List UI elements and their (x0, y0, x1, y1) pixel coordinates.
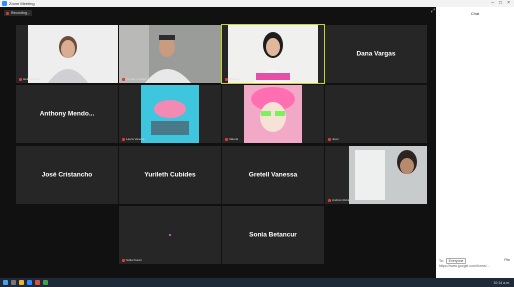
zoom-taskbar-icon[interactable] (27, 280, 32, 285)
participant-tile[interactable]: Anthony Mendo... (16, 85, 118, 143)
participant-name: Anthony Mendo... (39, 110, 95, 118)
participant-tile[interactable]: Sofia Duran (119, 206, 221, 264)
participant-tile[interactable]: Laura Vanesa (119, 85, 221, 143)
taskbar-clock: 10:14 a.m. (493, 280, 510, 285)
participant-caption: Juan (328, 137, 339, 141)
folder-icon[interactable] (19, 280, 24, 285)
image-video-icon (141, 85, 199, 143)
participant-tile-active-speaker[interactable]: Daniela (221, 24, 325, 84)
app-icon[interactable] (43, 280, 48, 285)
chat-panel: Chat To: Everyone File https://www.googl… (436, 7, 514, 278)
chat-title: Chat (470, 11, 480, 16)
person-video-icon (119, 25, 221, 83)
participant-video (119, 25, 221, 83)
video-placeholder-dot (169, 234, 171, 236)
participant-video (141, 85, 199, 143)
zoom-app-icon (2, 1, 7, 6)
window-titlebar: Zoom Meeting – □ × (0, 0, 514, 7)
muted-mic-icon (19, 77, 22, 81)
muted-mic-icon (328, 137, 331, 141)
participant-caption: Andrés Rubio (328, 198, 350, 202)
person-video-icon (228, 25, 318, 83)
muted-mic-icon (122, 77, 125, 81)
participant-tile[interactable]: Andrés Rubio (325, 146, 427, 204)
record-dot-icon (6, 11, 9, 15)
participant-caption: Helena Ruiz (19, 77, 39, 81)
participant-caption: Laura Vanesa (122, 137, 144, 141)
person-video-icon (28, 25, 118, 83)
to-label: To: (439, 259, 444, 263)
participant-name: Yurileth Cubides (144, 171, 196, 179)
muted-mic-icon (122, 137, 125, 141)
participant-tile[interactable]: Valeria (222, 85, 324, 143)
participant-tile[interactable]: José Cristancho (16, 146, 118, 204)
anime-avatar-icon (244, 85, 302, 143)
participant-tile[interactable]: Juan (325, 85, 427, 143)
taskbar: 10:14 a.m. (0, 278, 514, 287)
participant-video (28, 25, 118, 83)
participant-video (349, 146, 427, 204)
participant-video (244, 85, 302, 143)
participant-tile[interactable]: Helena Ruiz (16, 25, 118, 83)
participant-tile[interactable]: Gretell Vanessa (222, 146, 324, 204)
participant-name: Sonia Betancur (249, 231, 297, 239)
search-icon[interactable] (11, 280, 16, 285)
window-title: Zoom Meeting (9, 1, 35, 6)
muted-mic-icon (225, 77, 228, 81)
participant-tile[interactable]: Yurileth Cubides (119, 146, 221, 204)
start-icon[interactable] (3, 280, 8, 285)
window-controls: – □ × (491, 0, 510, 7)
participant-video (228, 25, 318, 83)
minimize-icon[interactable]: – (491, 0, 494, 7)
file-button[interactable]: File (504, 258, 510, 262)
participant-tile[interactable]: Camilo Lozada (119, 25, 221, 83)
chat-input[interactable]: https://www.google.com/forms/... (439, 264, 511, 268)
participant-tile[interactable]: Sonia Betancur (222, 206, 324, 264)
participant-caption: Camilo Lozada (122, 77, 146, 81)
close-icon[interactable]: × (507, 0, 510, 7)
participant-name: Dana Vargas (356, 50, 396, 58)
participant-name: Gretell Vanessa (248, 171, 298, 179)
maximize-icon[interactable]: □ (499, 0, 502, 7)
participant-caption: Sofia Duran (122, 258, 142, 262)
muted-mic-icon (122, 258, 125, 262)
participant-caption: Valeria (225, 137, 238, 141)
recording-label: Recording... (11, 11, 30, 15)
meeting-grid: Recording... ⤢ Helena Ruiz Camilo Lozada (0, 7, 436, 278)
person-video-icon (349, 146, 427, 204)
participant-name: José Cristancho (41, 171, 93, 179)
recording-indicator[interactable]: Recording... (4, 10, 32, 16)
participant-tile[interactable]: Dana Vargas (325, 25, 427, 83)
muted-mic-icon (225, 137, 228, 141)
participant-caption: Daniela (225, 77, 239, 81)
browser-icon[interactable] (35, 280, 40, 285)
muted-mic-icon (328, 198, 331, 202)
